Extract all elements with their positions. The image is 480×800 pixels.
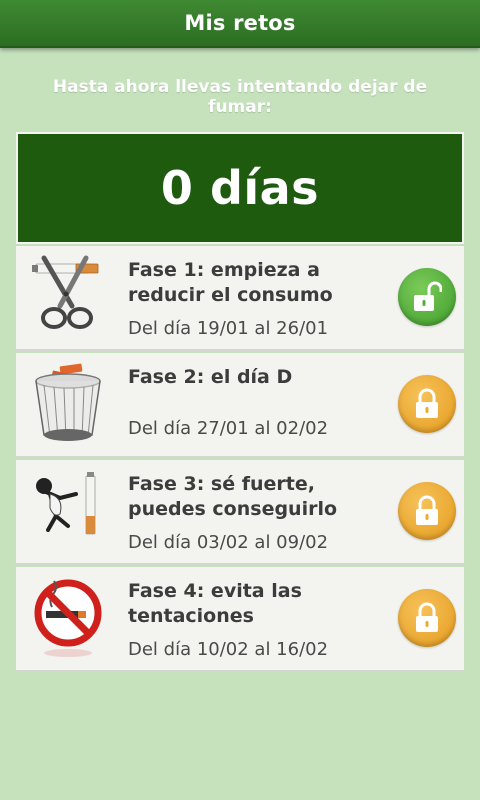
wastebasket-icon — [30, 361, 106, 447]
phase-name: Fase 1: empieza a reducir el consumo — [128, 259, 333, 306]
phase-list: Fase 1: empieza a reducir el consumo Del… — [16, 246, 464, 674]
days-counter-value: 0 días — [160, 161, 320, 215]
intro-text: Hasta ahora llevas intentando dejar de f… — [52, 77, 428, 117]
page-title: Mis retos — [184, 11, 296, 35]
phase-dates: Del día 10/02 al 16/02 — [128, 639, 329, 660]
phase-dates: Del día 27/01 al 02/02 — [128, 418, 329, 439]
phase-item-4[interactable]: Fase 4: evita las tentaciones Del día 10… — [16, 567, 464, 672]
days-counter: 0 días — [16, 132, 464, 244]
title-bar: Mis retos — [0, 0, 480, 48]
unlocked-padlock-icon[interactable] — [398, 268, 456, 326]
phase-name: Fase 3: sé fuerte, puedes conseguirlo — [128, 473, 338, 520]
phase-item-2[interactable]: Fase 2: el día D Del día 27/01 al 02/02 — [16, 353, 464, 458]
phase-item-1[interactable]: Fase 1: empieza a reducir el consumo Del… — [16, 246, 464, 351]
no-smoking-icon — [30, 575, 106, 661]
locked-padlock-icon[interactable] — [398, 589, 456, 647]
locked-padlock-icon[interactable] — [398, 375, 456, 433]
phase-dates: Del día 19/01 al 26/01 — [128, 318, 329, 339]
scissors-cigarette-icon — [30, 254, 106, 340]
phase-name: Fase 4: evita las tentaciones — [128, 580, 302, 627]
phase-name: Fase 2: el día D — [128, 366, 293, 388]
karate-cigarette-icon — [30, 468, 106, 554]
phase-dates: Del día 03/02 al 09/02 — [128, 532, 329, 553]
phase-item-3[interactable]: Fase 3: sé fuerte, puedes conseguirlo De… — [16, 460, 464, 565]
locked-padlock-icon[interactable] — [398, 482, 456, 540]
